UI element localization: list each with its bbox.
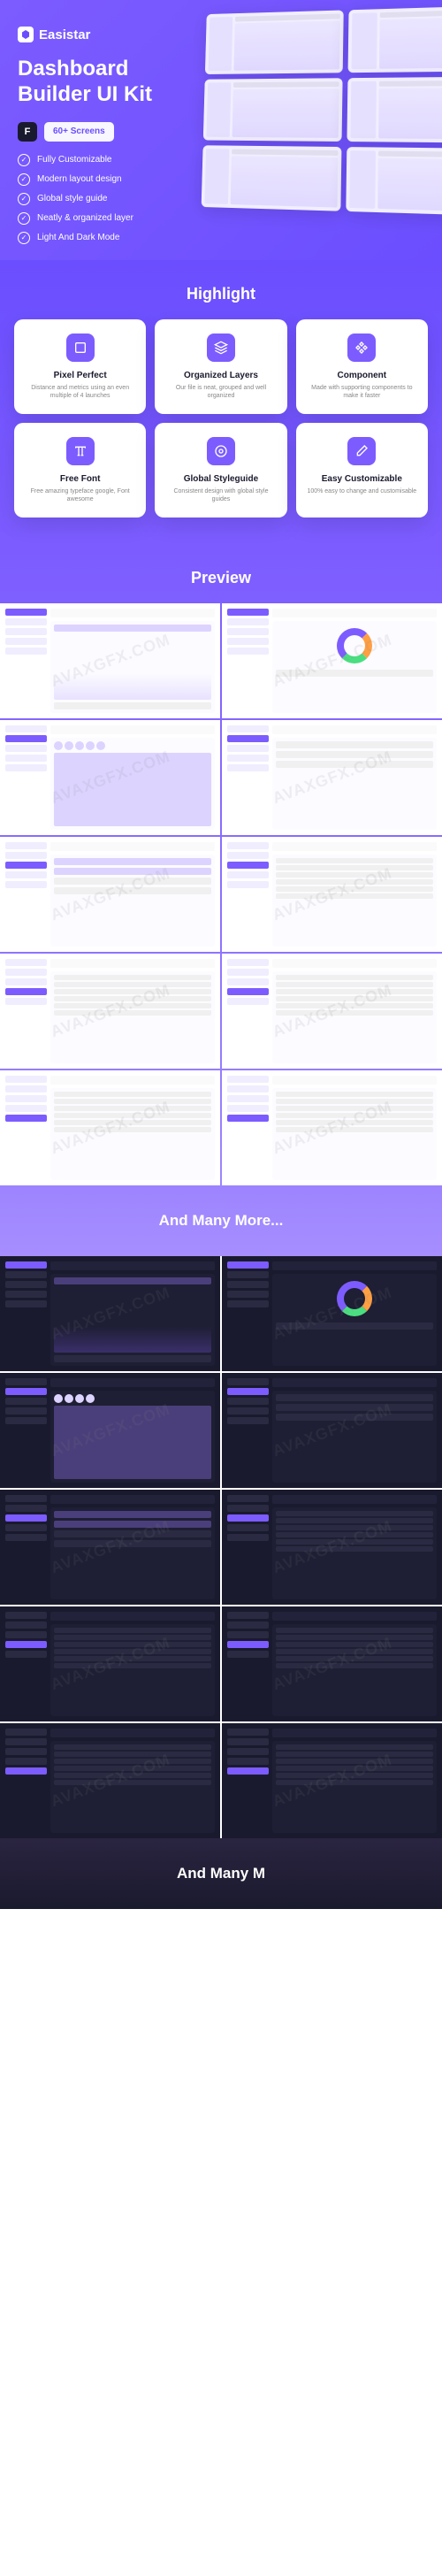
card-title: Organized Layers <box>164 371 278 380</box>
font-icon <box>66 437 95 465</box>
preview-shot-dark: AVAXGFX.COM <box>0 1490 220 1605</box>
brand-logo-icon <box>18 27 34 42</box>
highlight-card: Free Font Free amazing typeface google, … <box>14 423 146 518</box>
preview-shot: AVAXGFX.COM <box>222 720 442 835</box>
preview-shot: AVAXGFX.COM <box>0 837 220 952</box>
check-icon <box>18 212 30 225</box>
preview-shot: AVAXGFX.COM <box>222 1070 442 1185</box>
customize-icon <box>347 437 376 465</box>
preview-shot-dark: AVAXGFX.COM <box>222 1723 442 1838</box>
preview-shot-dark: AVAXGFX.COM <box>0 1723 220 1838</box>
preview-shot-dark: AVAXGFX.COM <box>222 1490 442 1605</box>
screens-badge: 60+ Screens <box>44 122 114 142</box>
feature-item: Neatly & organized layer <box>18 212 424 225</box>
preview-shot-dark: AVAXGFX.COM <box>0 1256 220 1371</box>
preview-grid-light: AVAXGFX.COM AVAXGFX.COM AVAXGFX.COM AVAX… <box>0 603 442 1185</box>
preview-shot: AVAXGFX.COM <box>222 837 442 952</box>
preview-shot: AVAXGFX.COM <box>0 1070 220 1185</box>
preview-section-dark: AVAXGFX.COM AVAXGFX.COM AVAXGFX.COM AVAX… <box>0 1256 442 1838</box>
highlight-card: Organized Layers Our file is neat, group… <box>155 319 286 414</box>
many-more-heading: And Many More... <box>0 1212 442 1230</box>
preview-shot-dark: AVAXGFX.COM <box>0 1606 220 1721</box>
hero-mockups <box>202 5 442 216</box>
brand-name: Easistar <box>39 27 90 42</box>
feature-item: Light And Dark Mode <box>18 232 424 244</box>
preview-shot: AVAXGFX.COM <box>0 954 220 1069</box>
highlight-cards: Pixel Perfect Distance and metrics using… <box>0 319 442 518</box>
card-desc: Consistent design with global style guid… <box>164 487 278 503</box>
preview-shot: AVAXGFX.COM <box>0 603 220 718</box>
card-desc: Free amazing typeface google, Font aweso… <box>23 487 137 503</box>
card-title: Component <box>305 371 419 380</box>
card-title: Pixel Perfect <box>23 371 137 380</box>
preview-grid-dark: AVAXGFX.COM AVAXGFX.COM AVAXGFX.COM AVAX… <box>0 1256 442 1838</box>
check-icon <box>18 154 30 166</box>
preview-section: Preview AVAXGFX.COM AVAXGFX.COM AVAXGFX.… <box>0 544 442 1185</box>
pixel-perfect-icon <box>66 334 95 362</box>
highlight-card: Global Styleguide Consistent design with… <box>155 423 286 518</box>
highlight-card: Easy Customizable 100% easy to change an… <box>296 423 428 518</box>
highlight-section: Highlight Pixel Perfect Distance and met… <box>0 260 442 544</box>
preview-shot-dark: AVAXGFX.COM <box>222 1373 442 1488</box>
preview-shot-dark: AVAXGFX.COM <box>0 1373 220 1488</box>
card-desc: Made with supporting components to make … <box>305 384 419 400</box>
card-desc: 100% easy to change and customisable <box>305 487 419 495</box>
card-title: Global Styleguide <box>164 474 278 484</box>
card-title: Free Font <box>23 474 137 484</box>
check-icon <box>18 232 30 244</box>
preview-shot: AVAXGFX.COM <box>222 954 442 1069</box>
component-icon <box>347 334 376 362</box>
figma-badge-icon: F <box>18 122 37 142</box>
styleguide-icon <box>207 437 235 465</box>
card-desc: Our file is neat, grouped and well organ… <box>164 384 278 400</box>
preview-shot: AVAXGFX.COM <box>222 603 442 718</box>
highlight-card: Component Made with supporting component… <box>296 319 428 414</box>
many-more-section: And Many More... <box>0 1185 442 1256</box>
layers-icon <box>207 334 235 362</box>
highlight-heading: Highlight <box>0 260 442 319</box>
preview-shot-dark: AVAXGFX.COM <box>222 1256 442 1371</box>
card-title: Easy Customizable <box>305 474 419 484</box>
check-icon <box>18 193 30 205</box>
preview-shot-dark: AVAXGFX.COM <box>222 1606 442 1721</box>
preview-shot: AVAXGFX.COM <box>0 720 220 835</box>
preview-heading: Preview <box>0 544 442 603</box>
check-icon <box>18 173 30 186</box>
many-more-dark-section: And Many M <box>0 1838 442 1909</box>
many-more-dark-heading: And Many M <box>0 1865 442 1882</box>
highlight-card: Pixel Perfect Distance and metrics using… <box>14 319 146 414</box>
hero-section: Easistar DashboardBuilder UI Kit F 60+ S… <box>0 0 442 260</box>
card-desc: Distance and metrics using an even multi… <box>23 384 137 400</box>
